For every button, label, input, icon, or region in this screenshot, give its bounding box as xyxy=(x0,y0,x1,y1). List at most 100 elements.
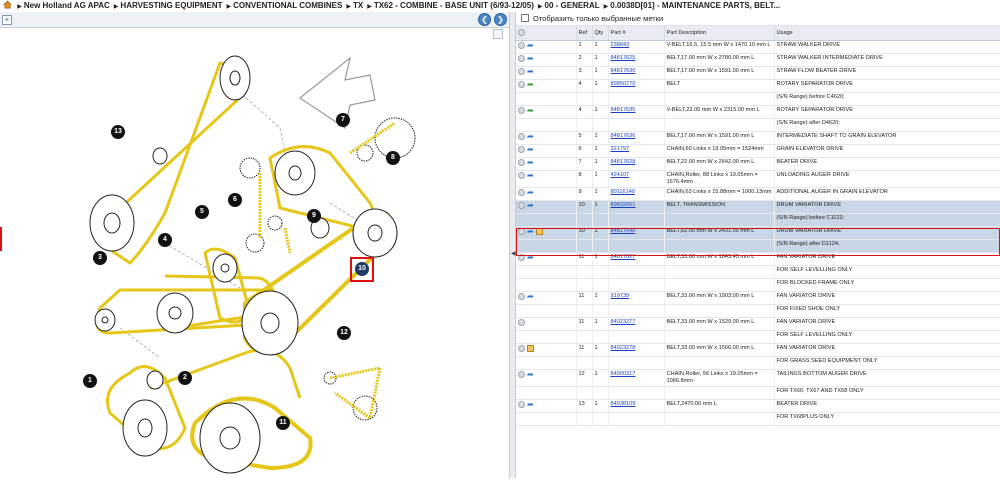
table-row[interactable]: ➦ 10 1 84817640 BELT,62.00 mm W x 2431.00 mm… xyxy=(516,226,1000,240)
add-to-cart-icon[interactable] xyxy=(518,54,525,62)
add-to-cart-icon[interactable] xyxy=(518,80,525,88)
cell-part-number[interactable] xyxy=(608,412,665,426)
cell-part-number[interactable] xyxy=(608,213,665,227)
cell-part-number[interactable]: 238843 xyxy=(608,40,665,54)
breadcrumb-item[interactable]: TX62 - COMBINE - BASE UNIT (6/93-12/05) xyxy=(374,1,534,10)
table-row[interactable]: 11 1 84023277 BELT,33.00 mm W x 1529.00 mm … xyxy=(516,317,1000,331)
table-row[interactable]: ➦ 6 1 321797 CHAIN,60 Links x 19.05mm = 1524… xyxy=(516,144,1000,158)
table-row[interactable]: (S/N Range) after D1124; xyxy=(516,239,1000,253)
cell-part-number[interactable]: 321797 xyxy=(608,144,665,158)
header-ref[interactable]: Ref xyxy=(576,26,593,41)
callout-9[interactable]: 9 xyxy=(307,209,321,223)
link-arrow-icon[interactable]: ➦ xyxy=(527,158,534,166)
expand-icon[interactable]: + xyxy=(2,15,12,25)
cell-part-number-text[interactable]: 80116140 xyxy=(611,189,635,195)
table-row[interactable]: FOR SELF LEVELLING ONLY xyxy=(516,265,1000,279)
cell-part-number-text[interactable]: 321797 xyxy=(611,146,630,152)
table-row[interactable]: ➦ 7 1 84817628 BELT,22.00 mm W x 2642.00 mm … xyxy=(516,157,1000,171)
callout-8[interactable]: 8 xyxy=(386,151,400,165)
link-arrow-icon[interactable]: ➦ xyxy=(527,400,534,408)
cell-part-number-text[interactable]: 84817627 xyxy=(611,254,636,260)
link-arrow-icon[interactable]: ➦ xyxy=(527,171,534,179)
cell-part-number-text[interactable]: 424107 xyxy=(611,172,630,178)
callout-7[interactable]: 7 xyxy=(336,113,350,127)
add-to-cart-icon[interactable] xyxy=(518,253,525,261)
cell-part-number[interactable]: 919739 xyxy=(608,291,665,305)
callout-4[interactable]: 4 xyxy=(158,233,172,247)
breadcrumb-item[interactable]: CONVENTIONAL COMBINES xyxy=(233,1,342,10)
callout-1[interactable]: 1 xyxy=(83,374,97,388)
replaced-arrow-icon[interactable]: ➦ xyxy=(527,80,534,88)
back-arrow-icon[interactable]: ❮ xyxy=(478,13,491,26)
add-all-icon[interactable] xyxy=(518,29,525,37)
forward-arrow-icon[interactable]: ❯ xyxy=(494,13,507,26)
cell-part-number[interactable] xyxy=(608,239,665,253)
table-row[interactable]: ➦ 8 1 424107 CHAIN,Roller, 88 Links x 19.05m… xyxy=(516,170,1000,188)
header-qty[interactable]: Qty xyxy=(592,26,609,41)
callout-10-highlight[interactable] xyxy=(350,257,374,282)
link-arrow-icon[interactable]: ➦ xyxy=(527,67,534,75)
package-icon[interactable] xyxy=(527,344,534,352)
cell-part-number[interactable]: 84817627 xyxy=(608,252,665,266)
table-row[interactable]: (S/N Range) after D4620; xyxy=(516,118,1000,132)
link-arrow-icon[interactable]: ➦ xyxy=(527,41,534,49)
cell-part-number[interactable]: 84817640 xyxy=(608,226,665,240)
table-row[interactable]: ➦ 3 1 84817636 BELT,17.00 mm W x 1591.00 mm … xyxy=(516,66,1000,80)
breadcrumb-item[interactable]: New Holland AG APAC xyxy=(24,1,110,10)
table-row[interactable]: ➦ 11 1 919739 BELT,33.00 mm W x 1903.00 mm L… xyxy=(516,291,1000,305)
link-arrow-icon[interactable]: ➦ xyxy=(527,227,534,235)
cell-part-number[interactable] xyxy=(608,118,665,132)
cell-part-number[interactable]: 89850770 xyxy=(608,79,665,93)
cell-part-number[interactable]: 84817636 xyxy=(608,131,665,145)
scroll-thumb[interactable] xyxy=(493,29,503,39)
link-arrow-icon[interactable]: ➦ xyxy=(527,292,534,300)
replaced-arrow-icon[interactable]: ➦ xyxy=(527,106,534,114)
cell-part-number-text[interactable]: 84038109 xyxy=(611,401,636,407)
breadcrumb-item[interactable]: 00 - GENERAL xyxy=(545,1,600,10)
cell-part-number[interactable]: 84817625 xyxy=(608,53,665,67)
cell-part-number[interactable] xyxy=(608,304,665,318)
table-row[interactable]: ➦ 4 1 84817635 V-BELT,22.00 mm W x 2315.00 m… xyxy=(516,105,1000,119)
add-to-cart-icon[interactable] xyxy=(518,318,525,326)
callout-6[interactable]: 6 xyxy=(228,193,242,207)
cell-part-number[interactable] xyxy=(608,386,665,400)
callout-3[interactable]: 3 xyxy=(93,251,107,265)
link-arrow-icon[interactable]: ➦ xyxy=(527,132,534,140)
cell-part-number-text[interactable]: 84817636 xyxy=(611,133,636,139)
add-to-cart-icon[interactable] xyxy=(518,67,525,75)
header-description[interactable]: Part Description xyxy=(664,26,775,41)
add-to-cart-icon[interactable] xyxy=(518,227,525,235)
cell-part-number-text[interactable]: 84023278 xyxy=(611,345,636,351)
table-row[interactable]: ➦ 10 1 89832651 BELT, TRANSMISSION DRUM VARIA… xyxy=(516,200,1000,214)
link-arrow-icon[interactable]: ➦ xyxy=(527,370,534,378)
cell-part-number[interactable]: 84817636 xyxy=(608,66,665,80)
link-arrow-icon[interactable]: ➦ xyxy=(527,54,534,62)
breadcrumb-item[interactable]: TX xyxy=(353,1,363,10)
table-row[interactable]: (S/N Range) before C1123; xyxy=(516,213,1000,227)
panel-splitter[interactable]: ◀ xyxy=(509,12,516,478)
table-row[interactable]: FOR TX68PLUS ONLY xyxy=(516,412,1000,426)
cell-part-number-text[interactable]: 238843 xyxy=(611,42,630,48)
add-to-cart-icon[interactable] xyxy=(518,171,525,179)
home-icon[interactable] xyxy=(3,0,12,9)
add-to-cart-icon[interactable] xyxy=(518,201,525,209)
table-row[interactable]: ➦ 4 1 89850770 BELT ROTARY SEPARATOR DRIVE xyxy=(516,79,1000,93)
cell-part-number[interactable]: 80116140 xyxy=(608,187,665,201)
link-arrow-icon[interactable]: ➦ xyxy=(527,253,534,261)
cell-part-number-text[interactable]: 84000317 xyxy=(611,371,636,377)
table-row[interactable]: ➦ 13 1 84038109 BELT,2470.00 mm L BEATER DRIV… xyxy=(516,399,1000,413)
header-part[interactable]: Part # xyxy=(608,26,665,41)
add-to-cart-icon[interactable] xyxy=(518,370,525,378)
table-row[interactable]: FOR BLOCKED FRAME ONLY xyxy=(516,278,1000,292)
cell-part-number[interactable]: 84817628 xyxy=(608,157,665,171)
table-row[interactable]: ➦ 9 1 80116140 CHAIN,63 Links x 15.88mm = 10… xyxy=(516,187,1000,201)
callout-2[interactable]: 2 xyxy=(178,371,192,385)
add-to-cart-icon[interactable] xyxy=(518,132,525,140)
add-to-cart-icon[interactable] xyxy=(518,344,525,352)
cell-part-number[interactable]: 84038109 xyxy=(608,399,665,413)
add-to-cart-icon[interactable] xyxy=(518,106,525,114)
cell-part-number-text[interactable]: 89832651 xyxy=(611,202,636,208)
table-row[interactable]: FOR FIXED SHOE ONLY xyxy=(516,304,1000,318)
cell-part-number[interactable] xyxy=(608,356,665,370)
cell-part-number[interactable]: 84000317 xyxy=(608,369,665,387)
